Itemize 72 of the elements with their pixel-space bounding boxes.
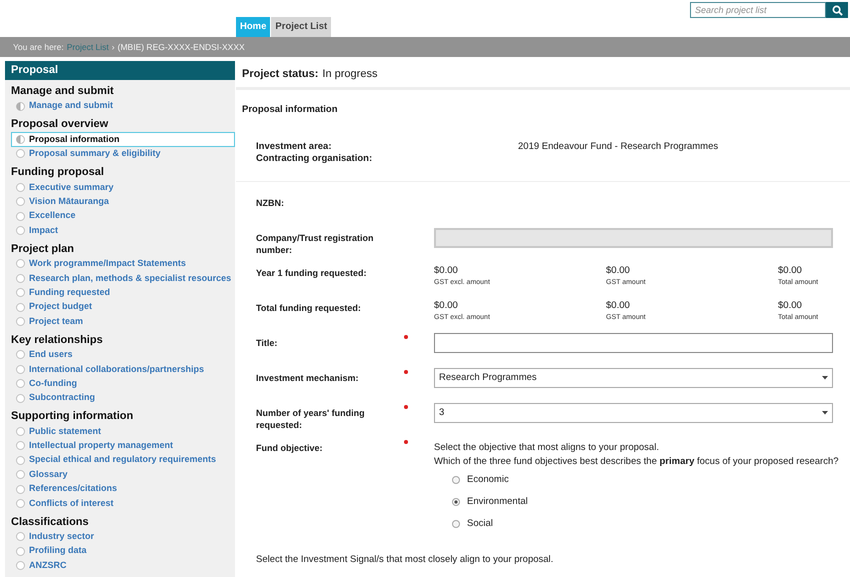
select-field[interactable]: 3	[434, 403, 833, 424]
prompt-text: Which of the three fund objectives best describes the primary focus of your proposed research?	[434, 455, 840, 470]
sidebar-item[interactable]: Funding requested	[11, 286, 235, 300]
field-label: Company/Trust registration number:	[256, 232, 375, 258]
amount-value: $0.00	[778, 265, 803, 278]
radio-option[interactable]: Economic	[452, 469, 850, 492]
sidebar-item[interactable]: ANZSRC	[11, 558, 235, 573]
field-label: Year 1 funding requested:	[256, 267, 368, 280]
sidebar-heading: Funding proposal	[11, 165, 105, 180]
sidebar-item[interactable]: End users	[11, 348, 235, 362]
sidebar-item[interactable]: Industry sector	[11, 530, 235, 544]
sidebar-item[interactable]: Work programme/Impact Statements	[11, 256, 235, 272]
nav-tab[interactable]: Project List	[271, 17, 332, 37]
field-value: 2019 Endeavour Fund - Research Programmes	[518, 141, 718, 154]
sidebar-item[interactable]: Glossary	[11, 467, 235, 482]
sidebar-heading: Key relationships	[11, 332, 104, 348]
select-field[interactable]: Research Programmes	[434, 368, 833, 388]
sidebar-heading: Classifications	[11, 514, 90, 530]
field-label: Total funding requested:	[256, 302, 362, 316]
field-label: Fund objective:	[256, 442, 324, 456]
sidebar-title: Proposal	[5, 61, 235, 80]
amount-value: $0.00	[778, 300, 803, 312]
sidebar-item[interactable]: References/citations	[11, 482, 235, 496]
sidebar-heading: Proposal overview	[11, 117, 110, 132]
sidebar-item[interactable]: Vision Mātauranga	[11, 194, 235, 209]
sidebar-item[interactable]: Manage and submit	[11, 99, 235, 114]
sidebar-heading: Manage and submit	[11, 84, 115, 99]
sidebar-item[interactable]: Proposal information	[11, 132, 235, 147]
field-label: Investment mechanism:	[256, 372, 360, 386]
status-label: Project status:	[242, 66, 318, 82]
sidebar-item[interactable]: Excellence	[11, 208, 235, 224]
field-label: Title:	[256, 337, 278, 350]
search-button[interactable]	[826, 2, 848, 18]
sidebar-item[interactable]: Project budget	[11, 300, 235, 314]
field-label: Investment area:	[256, 141, 333, 154]
sidebar-item[interactable]: Subcontracting	[11, 390, 235, 406]
sidebar-item[interactable]: Intellectual property management	[11, 438, 235, 454]
instruction-text: Select the Investment Signal/s that most closely align to your proposal.	[256, 553, 554, 568]
sidebar-item[interactable]: Executive summary	[11, 180, 235, 195]
nav-tab[interactable]: Home	[236, 17, 270, 37]
sidebar-item[interactable]: Proposal summary & eligibility	[11, 146, 235, 162]
text-field[interactable]	[434, 333, 833, 354]
sidebar-heading: Project plan	[11, 242, 75, 257]
search-field[interactable]: Search project list	[690, 2, 826, 18]
breadcrumb-separator: ›	[112, 40, 115, 54]
amount-value: $0.00	[606, 265, 631, 278]
field-label: Number of years' funding requested:	[256, 407, 366, 432]
field-label: NZBN:	[256, 197, 285, 210]
amount-value: $0.00	[606, 300, 631, 312]
status-value: In progress	[322, 66, 378, 82]
amount-value: $0.00	[434, 265, 459, 278]
radio-option[interactable]: Environmental	[452, 491, 850, 514]
sidebar-item[interactable]: Research plan, methods & specialist resources	[11, 271, 235, 286]
search-icon	[832, 4, 842, 16]
prompt-text: Select the objective that most aligns to your proposal.	[434, 441, 660, 456]
sidebar-item[interactable]: Co-funding	[11, 376, 235, 391]
sidebar-item[interactable]: Project team	[11, 314, 235, 329]
breadcrumb-current: (MBIE) REG-XXXX-ENDSI-XXXX	[118, 40, 245, 54]
sidebar-item[interactable]: Impact	[11, 223, 235, 238]
caret-icon	[822, 411, 828, 416]
amount-value: $0.00	[434, 300, 459, 312]
sidebar-item[interactable]: Special ethical and regulatory requirements	[11, 453, 235, 468]
caret-icon	[822, 376, 828, 380]
sidebar-heading: Supporting information	[11, 409, 134, 424]
section-title: Proposal information	[241, 103, 339, 117]
sidebar-item[interactable]: Public statement	[11, 424, 235, 439]
sidebar-item[interactable]: International collaborations/partnerships	[11, 362, 235, 376]
breadcrumb-prefix: You are here:	[13, 40, 64, 54]
sidebar-item[interactable]: Conflicts of interest	[11, 496, 235, 511]
field-label: Contracting organisation:	[256, 153, 374, 166]
radio-option[interactable]: Social	[452, 513, 850, 536]
sidebar-item[interactable]: Profiling data	[11, 544, 235, 558]
